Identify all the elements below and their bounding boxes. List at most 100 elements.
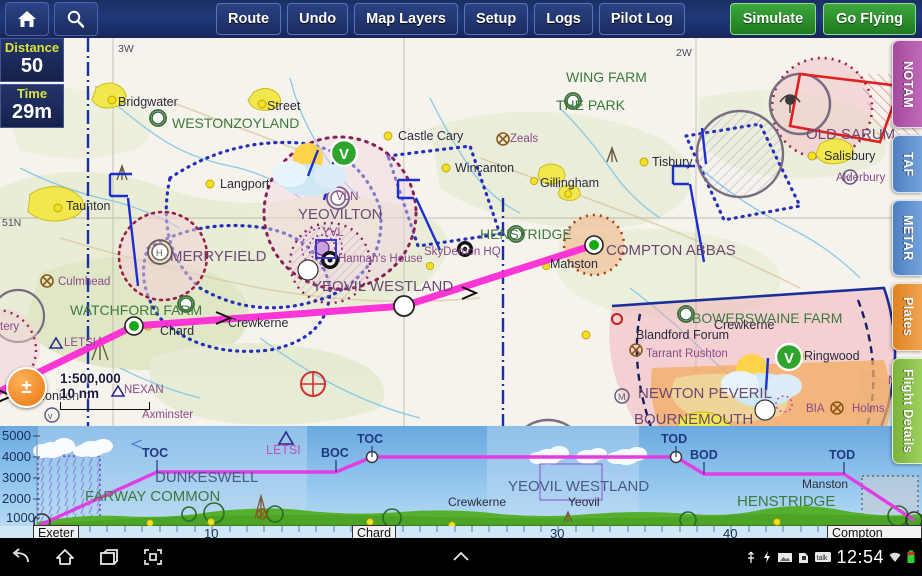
svg-text:WESTONZOYLAND: WESTONZOYLAND: [172, 115, 299, 131]
home-icon: [16, 9, 38, 29]
svg-text:Gillingham: Gillingham: [540, 176, 599, 190]
profile-y-1000: 1000: [6, 510, 35, 525]
svg-text:BIA: BIA: [806, 403, 825, 415]
image-icon: [777, 549, 793, 565]
search-button[interactable]: [54, 2, 98, 36]
svg-text:M: M: [618, 392, 626, 402]
svg-text:51N: 51N: [2, 217, 21, 229]
profile-y-3000: 3000: [2, 470, 31, 485]
chevron-up-icon[interactable]: [448, 549, 474, 565]
top-toolbar: Route Undo Map Layers Setup Logs Pilot L…: [0, 0, 922, 39]
svg-text:TOD: TOD: [661, 432, 687, 446]
svg-text:V: V: [784, 350, 794, 367]
tab-notam[interactable]: NOTAM: [892, 40, 922, 128]
map-graphics: 3W 2W 51N: [0, 38, 922, 426]
skydemon-app-window: Route Undo Map Layers Setup Logs Pilot L…: [0, 0, 922, 576]
flight-info-panel: Distance 50 Time 29m: [0, 38, 64, 130]
svg-text:HENSTRIDGE: HENSTRIDGE: [737, 493, 835, 510]
svg-text:LETSI: LETSI: [64, 337, 96, 349]
svg-text:DUNKESWELL: DUNKESWELL: [155, 469, 258, 486]
scale-ratio: 1:500,000: [60, 371, 150, 386]
tab-flight-details[interactable]: Flight Details: [892, 358, 922, 464]
svg-text:Hannah's House: Hannah's House: [338, 253, 423, 265]
map-layers-button[interactable]: Map Layers: [354, 3, 458, 35]
toolbar-buttons: Route Undo Map Layers Setup Logs Pilot L…: [216, 3, 685, 35]
tab-metar-label: METAR: [901, 209, 915, 267]
svg-text:Yeovil: Yeovil: [568, 495, 600, 509]
status-clock: 12:54: [836, 547, 884, 568]
svg-text:HENSTRIDGE: HENSTRIDGE: [480, 226, 572, 242]
svg-text:Taunton: Taunton: [66, 199, 111, 213]
svg-text:NEWTON PEVERIL: NEWTON PEVERIL: [638, 385, 772, 402]
svg-text:V: V: [339, 146, 349, 163]
svg-text:MERRYFIELD: MERRYFIELD: [170, 248, 267, 265]
zoom-button[interactable]: ±: [6, 367, 47, 408]
svg-text:LETSI: LETSI: [266, 443, 301, 457]
svg-text:WING FARM: WING FARM: [566, 69, 647, 85]
svg-text:BOURNEMOUTH: BOURNEMOUTH: [634, 411, 753, 426]
tab-plates-label: Plates: [901, 291, 915, 342]
svg-text:OLD SARUM: OLD SARUM: [806, 126, 895, 143]
svg-text:Salisbury: Salisbury: [824, 149, 876, 163]
svg-text:YEOVIL WESTLAND: YEOVIL WESTLAND: [312, 278, 453, 295]
undo-button[interactable]: Undo: [287, 3, 348, 35]
svg-text:10: 10: [204, 526, 218, 538]
map-canvas[interactable]: 3W 2W 51N: [0, 38, 922, 426]
distance-box[interactable]: Distance 50: [0, 38, 64, 82]
svg-text:Axminster: Axminster: [142, 409, 193, 421]
svg-text:VLN: VLN: [336, 191, 358, 203]
profile-y-4000: 4000: [2, 449, 31, 464]
svg-text:Tarrant Rushton: Tarrant Rushton: [646, 348, 728, 360]
svg-text:BOC: BOC: [321, 446, 349, 460]
profile-mid-label[interactable]: Chard: [352, 525, 396, 538]
svg-text:Alderbury: Alderbury: [836, 172, 885, 184]
svg-text:YVL: YVL: [322, 227, 344, 239]
svg-text:BOD: BOD: [690, 448, 718, 462]
distance-value: 50: [1, 55, 63, 78]
svg-text:v: v: [48, 411, 53, 421]
go-flying-button[interactable]: Go Flying: [823, 3, 916, 35]
svg-text:Ringwood: Ringwood: [804, 349, 860, 363]
sdcard-icon: [797, 549, 810, 565]
svg-text:TOD: TOD: [829, 448, 855, 462]
scale-distance: 10 nm: [60, 386, 150, 401]
charging-icon: [761, 549, 773, 565]
tab-plates[interactable]: Plates: [892, 283, 922, 351]
svg-text:Culmhead: Culmhead: [58, 276, 110, 288]
svg-text:Bridgwater: Bridgwater: [118, 95, 178, 109]
svg-text:BOWERSWAINE FARM: BOWERSWAINE FARM: [692, 310, 842, 326]
profile-end-label[interactable]: Compton Abbas: [827, 525, 922, 538]
svg-text:TOC: TOC: [357, 432, 383, 446]
svg-text:YEOVILTON: YEOVILTON: [298, 206, 382, 223]
svg-text:Crewkerne: Crewkerne: [228, 316, 288, 330]
tab-metar[interactable]: METAR: [892, 200, 922, 276]
pilot-log-button[interactable]: Pilot Log: [599, 3, 685, 35]
svg-text:tery: tery: [0, 321, 19, 333]
svg-text:Manston: Manston: [550, 257, 598, 271]
svg-text:Castle Cary: Castle Cary: [398, 129, 464, 143]
simulate-button[interactable]: Simulate: [730, 3, 816, 35]
svg-text:40: 40: [723, 526, 737, 538]
search-icon: [65, 9, 87, 29]
profile-start-label[interactable]: Exeter: [33, 525, 79, 538]
logs-button[interactable]: Logs: [534, 3, 593, 35]
tab-taf-label: TAF: [901, 146, 915, 183]
profile-y-5000: 5000: [2, 428, 31, 443]
tab-taf[interactable]: TAF: [892, 135, 922, 193]
home-button[interactable]: [5, 2, 49, 36]
profile-y-2000: 2000: [2, 491, 31, 506]
svg-text:Tisbury: Tisbury: [652, 155, 693, 169]
talk-icon: talk: [814, 549, 832, 565]
svg-text:talk: talk: [817, 555, 828, 562]
svg-text:Langport: Langport: [220, 177, 270, 191]
vertical-profile-view[interactable]: 5000 4000 3000 2000 1000 10 20 30 40 TOC: [0, 426, 922, 538]
svg-text:WATCHFORD FARM: WATCHFORD FARM: [70, 302, 202, 318]
svg-text:Wincanton: Wincanton: [455, 161, 514, 175]
time-box[interactable]: Time 29m: [0, 84, 64, 128]
svg-text:H: H: [156, 248, 163, 258]
setup-button[interactable]: Setup: [464, 3, 528, 35]
tab-notam-label: NOTAM: [901, 55, 915, 114]
route-button[interactable]: Route: [216, 3, 281, 35]
svg-text:YEOVIL WESTLAND: YEOVIL WESTLAND: [508, 478, 649, 495]
profile-graphics: 5000 4000 3000 2000 1000 10 20 30 40 TOC: [0, 426, 922, 538]
